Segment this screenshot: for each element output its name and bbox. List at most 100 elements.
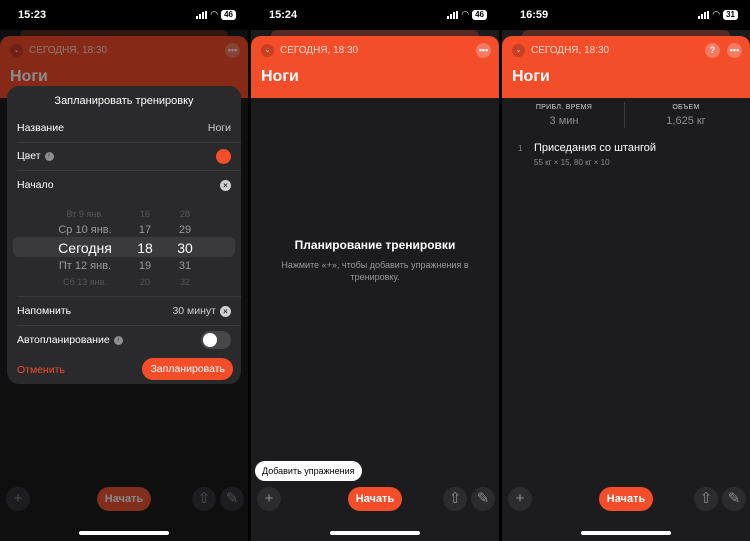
edit-icon[interactable]: ✎ [471, 487, 495, 511]
picker-hour: 20 [139, 277, 150, 287]
picker-hour-column[interactable]: 16 17 18 19 20 [131, 206, 159, 290]
picker-hour: 16 [139, 209, 150, 219]
home-indicator [79, 531, 169, 535]
workout-title: Ноги [261, 68, 299, 85]
help-icon[interactable]: ? [705, 43, 720, 58]
chevron-down-icon[interactable]: ⌄ [512, 44, 525, 57]
divider [17, 170, 241, 171]
color-label: Цвет [17, 150, 41, 162]
status-bar: 16:59 ◠ 31 [502, 0, 750, 30]
color-swatch[interactable] [216, 148, 231, 164]
picker-day: Сб 13 янв. [63, 277, 107, 287]
workout-date: СЕГОДНЯ, 18:30 [280, 45, 359, 56]
start-row[interactable]: Начало × [17, 174, 231, 196]
cancel-button[interactable]: Отменить [17, 364, 65, 376]
picker-minute: 29 [178, 224, 192, 236]
autoplan-label: Автопланирование [17, 334, 110, 346]
picker-hour: 19 [138, 260, 152, 272]
color-row[interactable]: Цвет i [17, 145, 231, 167]
home-indicator [330, 531, 420, 535]
battery-icon: 46 [472, 9, 487, 20]
more-icon[interactable]: ••• [727, 43, 742, 58]
picker-minute: 32 [179, 277, 190, 287]
battery-icon: 31 [723, 9, 738, 20]
name-value: Ноги [207, 122, 231, 134]
picker-minute-column[interactable]: 28 29 30 31 32 [171, 206, 199, 290]
screen-workout-with-exercise: 16:59 ◠ 31 ⌄ СЕГОДНЯ, 18:30 ? ••• Ноги П… [502, 0, 750, 541]
stat-volume-label: ОБЪЕМ [672, 104, 700, 111]
exercise-number: 1 [518, 144, 523, 153]
autoplan-toggle[interactable] [201, 331, 231, 349]
toggle-knob [203, 333, 217, 347]
more-icon[interactable]: ••• [476, 43, 491, 58]
start-button[interactable]: Начать [599, 487, 653, 511]
schedule-button[interactable]: Запланировать [142, 358, 233, 380]
sheet-title: Запланировать тренировку [54, 95, 194, 107]
remind-label: Напомнить [17, 305, 72, 317]
picker-day: Пт 12 янв. [58, 260, 112, 272]
workout-date: СЕГОДНЯ, 18:30 [531, 45, 610, 56]
empty-state-subtitle: Нажмите «+», чтобы добавить упражнения в… [281, 260, 469, 282]
picker-minute: 31 [178, 260, 192, 272]
picker-hour: 17 [138, 224, 152, 236]
picker-hour-selected: 18 [137, 240, 153, 256]
picker-day-column[interactable]: Вт 9 янв. Ср 10 янв. Сегодня Пт 12 янв. … [45, 206, 125, 290]
add-icon[interactable]: + [6, 487, 30, 511]
add-icon[interactable]: + [508, 487, 532, 511]
workout-header: ⌄ СЕГОДНЯ, 18:30 ••• Ноги [251, 36, 499, 98]
exercise-name: Приседания со штангой [534, 142, 657, 154]
schedule-sheet: Запланировать тренировку Название Ноги Ц… [7, 86, 241, 384]
status-time: 16:59 [520, 9, 549, 21]
clear-icon[interactable]: × [220, 305, 231, 317]
picker-day: Вт 9 янв. [66, 209, 104, 219]
add-icon[interactable]: + [257, 487, 281, 511]
status-bar: 15:24 ◠ 46 [251, 0, 499, 30]
share-icon[interactable]: ⇧ [694, 487, 718, 511]
workout-stats: ПРИБЛ. ВРЕМЯ 3 мин ОБЪЕМ 1,625 кг [502, 98, 750, 132]
chevron-down-icon[interactable]: ⌄ [261, 44, 274, 57]
start-button[interactable]: Начать [348, 487, 402, 511]
info-icon[interactable]: i [44, 151, 54, 161]
clear-icon[interactable]: × [220, 179, 231, 191]
screen-empty-workout: 15:24 ◠ 46 ⌄ СЕГОДНЯ, 18:30 ••• Ноги Пла… [251, 0, 499, 541]
stat-time-value: 3 мин [549, 115, 579, 127]
divider [624, 102, 625, 128]
stat-volume: ОБЪЕМ 1,625 кг [626, 104, 746, 127]
name-label: Название [17, 122, 64, 134]
workout-title: Ноги [512, 68, 550, 85]
stat-time-label: ПРИБЛ. ВРЕМЯ [535, 104, 593, 111]
home-indicator [581, 531, 671, 535]
share-icon[interactable]: ⇧ [192, 487, 216, 511]
status-time: 15:23 [18, 9, 47, 21]
signal-icon [196, 10, 208, 19]
edit-icon[interactable]: ✎ [220, 487, 244, 511]
battery-icon: 46 [221, 9, 236, 20]
edit-icon[interactable]: ✎ [722, 487, 746, 511]
divider [17, 142, 241, 143]
bottom-toolbar: + Начать ⇧ ✎ [251, 481, 499, 541]
remind-row[interactable]: Напомнить 30 минут × [17, 300, 231, 322]
picker-minute-selected: 30 [177, 240, 193, 256]
bottom-toolbar: + Начать ⇧ ✎ [0, 481, 248, 541]
start-label: Начало [17, 179, 54, 191]
name-row[interactable]: Название Ноги [17, 117, 231, 139]
picker-day-selected: Сегодня [58, 240, 112, 256]
share-icon[interactable]: ⇧ [443, 487, 467, 511]
add-exercises-tooltip: Добавить упражнения [255, 461, 362, 481]
empty-state-title: Планирование тренировки [294, 238, 456, 252]
picker-minute: 28 [179, 209, 190, 219]
stat-volume-value: 1,625 кг [666, 115, 706, 127]
picker-day: Ср 10 янв. [58, 224, 112, 236]
workout-header: ⌄ СЕГОДНЯ, 18:30 ? ••• Ноги [502, 36, 750, 98]
autoplan-row: Автопланирование i [17, 329, 231, 351]
date-time-picker[interactable]: Вт 9 янв. Ср 10 янв. Сегодня Пт 12 янв. … [7, 206, 241, 288]
wifi-icon: ◠ [210, 9, 219, 19]
signal-icon [447, 10, 459, 19]
start-button[interactable]: Начать [97, 487, 151, 511]
info-icon[interactable]: i [113, 335, 123, 345]
wifi-icon: ◠ [461, 9, 470, 19]
screen-schedule-workout: 15:23 ◠ 46 ⌄ СЕГОДНЯ, 18:30 ••• Ноги Зап… [0, 0, 248, 541]
status-time: 15:24 [269, 9, 298, 21]
wifi-icon: ◠ [712, 9, 721, 19]
exercise-sets: 55 кг × 15, 80 кг × 10 [534, 158, 610, 167]
